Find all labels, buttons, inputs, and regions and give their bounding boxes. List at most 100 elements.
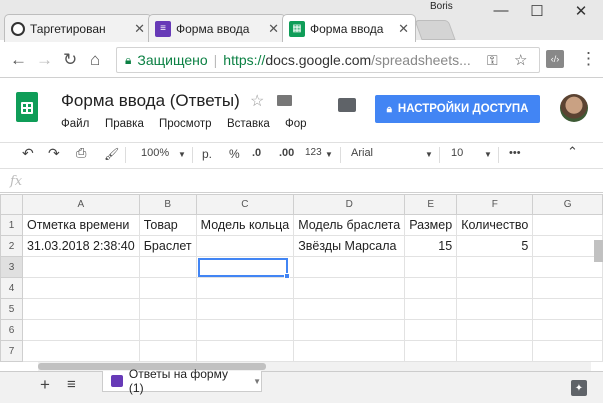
cell[interactable] bbox=[138, 319, 197, 341]
cell[interactable] bbox=[293, 256, 406, 278]
row-header[interactable]: 1 bbox=[0, 214, 23, 236]
percent-format-button[interactable]: % bbox=[229, 147, 240, 161]
cell[interactable] bbox=[138, 256, 197, 278]
cell[interactable] bbox=[532, 298, 603, 320]
cell[interactable] bbox=[532, 214, 603, 236]
paint-format-icon[interactable]: 🖌︎ bbox=[104, 147, 119, 161]
chevron-down-icon[interactable]: ▼ bbox=[253, 377, 261, 386]
cell[interactable] bbox=[404, 277, 458, 299]
cell[interactable]: Звёзды Марсала bbox=[293, 235, 406, 257]
menu-view[interactable]: Просмотр bbox=[159, 118, 212, 130]
url-input[interactable]: 🔒︎ Защищено | https://docs.google.com/sp… bbox=[116, 47, 540, 73]
formula-bar[interactable] bbox=[0, 170, 603, 193]
undo-icon[interactable]: ↶ bbox=[22, 145, 34, 162]
print-icon[interactable]: ⎙ bbox=[76, 145, 86, 161]
font-family-select[interactable]: Arial bbox=[351, 147, 373, 159]
cell[interactable] bbox=[456, 319, 534, 341]
back-arrow-icon[interactable]: ← bbox=[10, 50, 27, 70]
cell[interactable] bbox=[532, 277, 603, 299]
row-header[interactable]: 4 bbox=[0, 277, 23, 299]
cell[interactable] bbox=[293, 298, 406, 320]
redo-icon[interactable]: ↷ bbox=[48, 145, 60, 162]
extension-icon[interactable]: ‹/› bbox=[546, 50, 564, 68]
cell[interactable] bbox=[195, 298, 295, 320]
cell[interactable] bbox=[21, 340, 140, 362]
collapse-chevron-icon[interactable]: ⌃ bbox=[567, 144, 578, 160]
star-icon[interactable]: ☆ bbox=[250, 91, 264, 111]
menu-file[interactable]: Файл bbox=[61, 118, 89, 130]
folder-icon[interactable] bbox=[277, 95, 292, 106]
avatar[interactable] bbox=[560, 94, 588, 122]
cell[interactable] bbox=[195, 277, 295, 299]
share-button[interactable]: 🔒︎ НАСТРОЙКИ ДОСТУПА bbox=[375, 95, 540, 123]
add-sheet-button[interactable]: + bbox=[40, 375, 50, 395]
spreadsheet-grid[interactable]: A B C D E F G 1 Отметка времени Товар Мо… bbox=[0, 194, 603, 362]
cell[interactable]: Размер bbox=[404, 214, 458, 236]
maximize-icon[interactable]: ☐ bbox=[522, 2, 552, 20]
cell[interactable]: Браслет bbox=[138, 235, 197, 257]
cell[interactable] bbox=[293, 340, 406, 362]
close-icon[interactable]: ✕ bbox=[134, 21, 145, 37]
vertical-scrollbar[interactable] bbox=[594, 240, 603, 262]
column-header-b[interactable]: B bbox=[138, 194, 197, 215]
cell[interactable] bbox=[456, 340, 534, 362]
new-tab-button[interactable] bbox=[414, 20, 456, 40]
profile-name[interactable]: Boris bbox=[430, 1, 453, 12]
cell[interactable]: Модель браслета bbox=[293, 214, 406, 236]
forward-arrow-icon[interactable]: → bbox=[36, 50, 53, 70]
cell[interactable] bbox=[456, 277, 534, 299]
cell[interactable] bbox=[532, 235, 603, 257]
menu-dots-icon[interactable]: ⋮ bbox=[580, 49, 597, 69]
column-header-c[interactable]: C bbox=[195, 194, 295, 215]
column-header-a[interactable]: A bbox=[21, 194, 140, 215]
explore-icon[interactable]: ✦ bbox=[571, 380, 587, 396]
cell[interactable] bbox=[404, 256, 458, 278]
row-header[interactable]: 2 bbox=[0, 235, 23, 257]
menu-insert[interactable]: Вставка bbox=[227, 118, 270, 130]
horizontal-scrollbar[interactable] bbox=[38, 362, 591, 371]
cell[interactable] bbox=[293, 319, 406, 341]
close-icon[interactable]: ✕ bbox=[268, 21, 279, 37]
cell[interactable] bbox=[195, 340, 295, 362]
cell[interactable] bbox=[138, 298, 197, 320]
cell[interactable]: Отметка времени bbox=[21, 214, 140, 236]
currency-format-button[interactable]: р. bbox=[202, 147, 212, 161]
cell[interactable]: 15 bbox=[404, 235, 458, 257]
key-icon[interactable]: ⚿ bbox=[487, 52, 498, 69]
browser-tab-sheet[interactable]: ▦ Форма ввода ✕ bbox=[282, 14, 416, 42]
comment-icon[interactable] bbox=[338, 98, 356, 112]
cell[interactable] bbox=[404, 298, 458, 320]
cell[interactable] bbox=[293, 277, 406, 299]
reload-icon[interactable]: ↻ bbox=[63, 50, 77, 70]
row-header[interactable]: 3 bbox=[0, 256, 23, 278]
zoom-select[interactable]: 100% bbox=[141, 147, 169, 159]
column-header-e[interactable]: E bbox=[404, 194, 458, 215]
close-icon[interactable]: ✕ bbox=[398, 21, 409, 37]
cell[interactable] bbox=[456, 298, 534, 320]
cell[interactable] bbox=[404, 319, 458, 341]
cell[interactable] bbox=[138, 340, 197, 362]
cell[interactable]: 31.03.2018 2:38:40 bbox=[21, 235, 140, 257]
cell[interactable]: Модель кольца bbox=[195, 214, 295, 236]
column-header-f[interactable]: F bbox=[456, 194, 534, 215]
all-sheets-button[interactable]: ≡ bbox=[67, 376, 76, 393]
number-format-select[interactable]: 123 bbox=[305, 147, 322, 158]
home-icon[interactable]: ⌂ bbox=[90, 50, 100, 70]
cell[interactable] bbox=[195, 319, 295, 341]
row-header[interactable]: 7 bbox=[0, 340, 23, 362]
more-options-button[interactable]: ••• bbox=[509, 147, 521, 159]
doc-title[interactable]: Форма ввода (Ответы) bbox=[61, 91, 240, 111]
minimize-icon[interactable]: — bbox=[486, 2, 516, 19]
menu-edit[interactable]: Правка bbox=[105, 118, 144, 130]
browser-tab-targeting[interactable]: Таргетирован ✕ bbox=[4, 14, 152, 42]
window-close-icon[interactable]: ✕ bbox=[566, 2, 596, 20]
fill-handle[interactable] bbox=[284, 273, 290, 279]
font-size-select[interactable]: 10 bbox=[451, 147, 463, 159]
cell[interactable] bbox=[21, 319, 140, 341]
cell[interactable] bbox=[195, 235, 295, 257]
cell[interactable] bbox=[404, 340, 458, 362]
cell[interactable] bbox=[456, 256, 534, 278]
column-header-d[interactable]: D bbox=[293, 194, 406, 215]
cell[interactable]: 5 bbox=[456, 235, 534, 257]
row-header[interactable]: 5 bbox=[0, 298, 23, 320]
